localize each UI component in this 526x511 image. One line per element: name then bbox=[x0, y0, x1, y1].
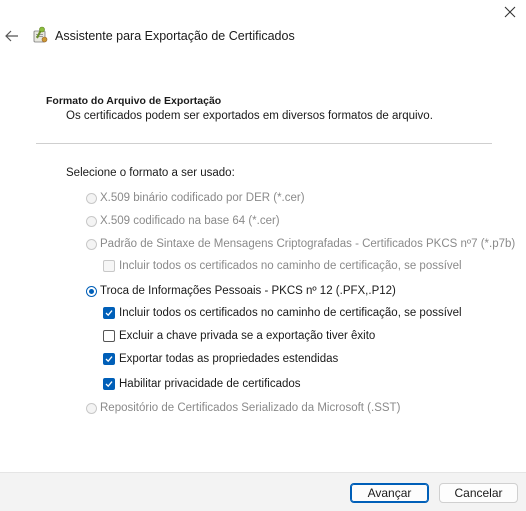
radio-der-cer[interactable]: X.509 binário codificado por DER (*.cer) bbox=[86, 192, 305, 204]
checkbox-certificate-privacy[interactable]: Habilitar privacidade de certificados bbox=[103, 378, 301, 390]
checkmark-icon bbox=[105, 356, 113, 363]
close-icon bbox=[504, 6, 516, 18]
checkbox-label: Incluir todos os certificados no caminho… bbox=[119, 307, 462, 319]
certificate-wizard-icon bbox=[32, 26, 48, 44]
radio-button-unselected bbox=[86, 238, 97, 250]
section-subtitle: Os certificados podem ser exportados em … bbox=[66, 110, 433, 122]
divider bbox=[36, 143, 492, 144]
radio-button-selected bbox=[86, 285, 97, 297]
next-button[interactable]: Avançar bbox=[350, 483, 429, 503]
radio-pkcs7-p7b[interactable]: Padrão de Sintaxe de Mensagens Criptogra… bbox=[86, 238, 515, 250]
checkbox-label: Exportar todas as propriedades estendida… bbox=[119, 353, 339, 365]
radio-pkcs12-pfx[interactable]: Troca de Informações Pessoais - PKCS nº … bbox=[86, 285, 396, 297]
radio-label: Troca de Informações Pessoais - PKCS nº … bbox=[100, 285, 396, 297]
checkbox-checked bbox=[103, 307, 115, 319]
radio-button-unselected bbox=[86, 192, 97, 204]
checkbox-checked bbox=[103, 353, 115, 365]
cancel-button[interactable]: Cancelar bbox=[439, 483, 518, 503]
radio-base64-cer[interactable]: X.509 codificado na base 64 (*.cer) bbox=[86, 215, 280, 227]
back-arrow-icon bbox=[5, 30, 18, 42]
checkbox-pfx-include-chain[interactable]: Incluir todos os certificados no caminho… bbox=[103, 307, 462, 319]
checkbox-unchecked bbox=[103, 330, 115, 342]
radio-label: Padrão de Sintaxe de Mensagens Criptogra… bbox=[100, 238, 516, 250]
checkbox-label: Excluir a chave privada se a exportação … bbox=[119, 330, 376, 342]
checkbox-checked bbox=[103, 378, 115, 390]
radio-label: X.509 binário codificado por DER (*.cer) bbox=[100, 192, 305, 204]
checkmark-icon bbox=[105, 381, 113, 388]
close-button[interactable] bbox=[500, 2, 520, 22]
checkbox-delete-private-key[interactable]: Excluir a chave privada se a exportação … bbox=[103, 330, 375, 342]
radio-sst[interactable]: Repositório de Certificados Serializado … bbox=[86, 402, 400, 414]
checkbox-export-extended-properties[interactable]: Exportar todas as propriedades estendida… bbox=[103, 353, 338, 365]
checkbox-label: Habilitar privacidade de certificados bbox=[119, 378, 301, 390]
wizard-title: Assistente para Exportação de Certificad… bbox=[55, 29, 295, 43]
radio-label: Repositório de Certificados Serializado … bbox=[100, 402, 401, 414]
checkbox-unchecked bbox=[103, 260, 115, 272]
checkbox-label: Incluir todos os certificados no caminho… bbox=[119, 260, 462, 272]
checkbox-p7b-include-chain[interactable]: Incluir todos os certificados no caminho… bbox=[103, 260, 462, 272]
radio-button-unselected bbox=[86, 402, 97, 414]
format-select-label: Selecione o formato a ser usado: bbox=[66, 167, 235, 179]
radio-button-unselected bbox=[86, 215, 97, 227]
radio-label: X.509 codificado na base 64 (*.cer) bbox=[100, 215, 280, 227]
back-button[interactable] bbox=[4, 28, 20, 44]
section-title: Formato do Arquivo de Exportação bbox=[46, 95, 222, 107]
checkmark-icon bbox=[105, 310, 113, 317]
